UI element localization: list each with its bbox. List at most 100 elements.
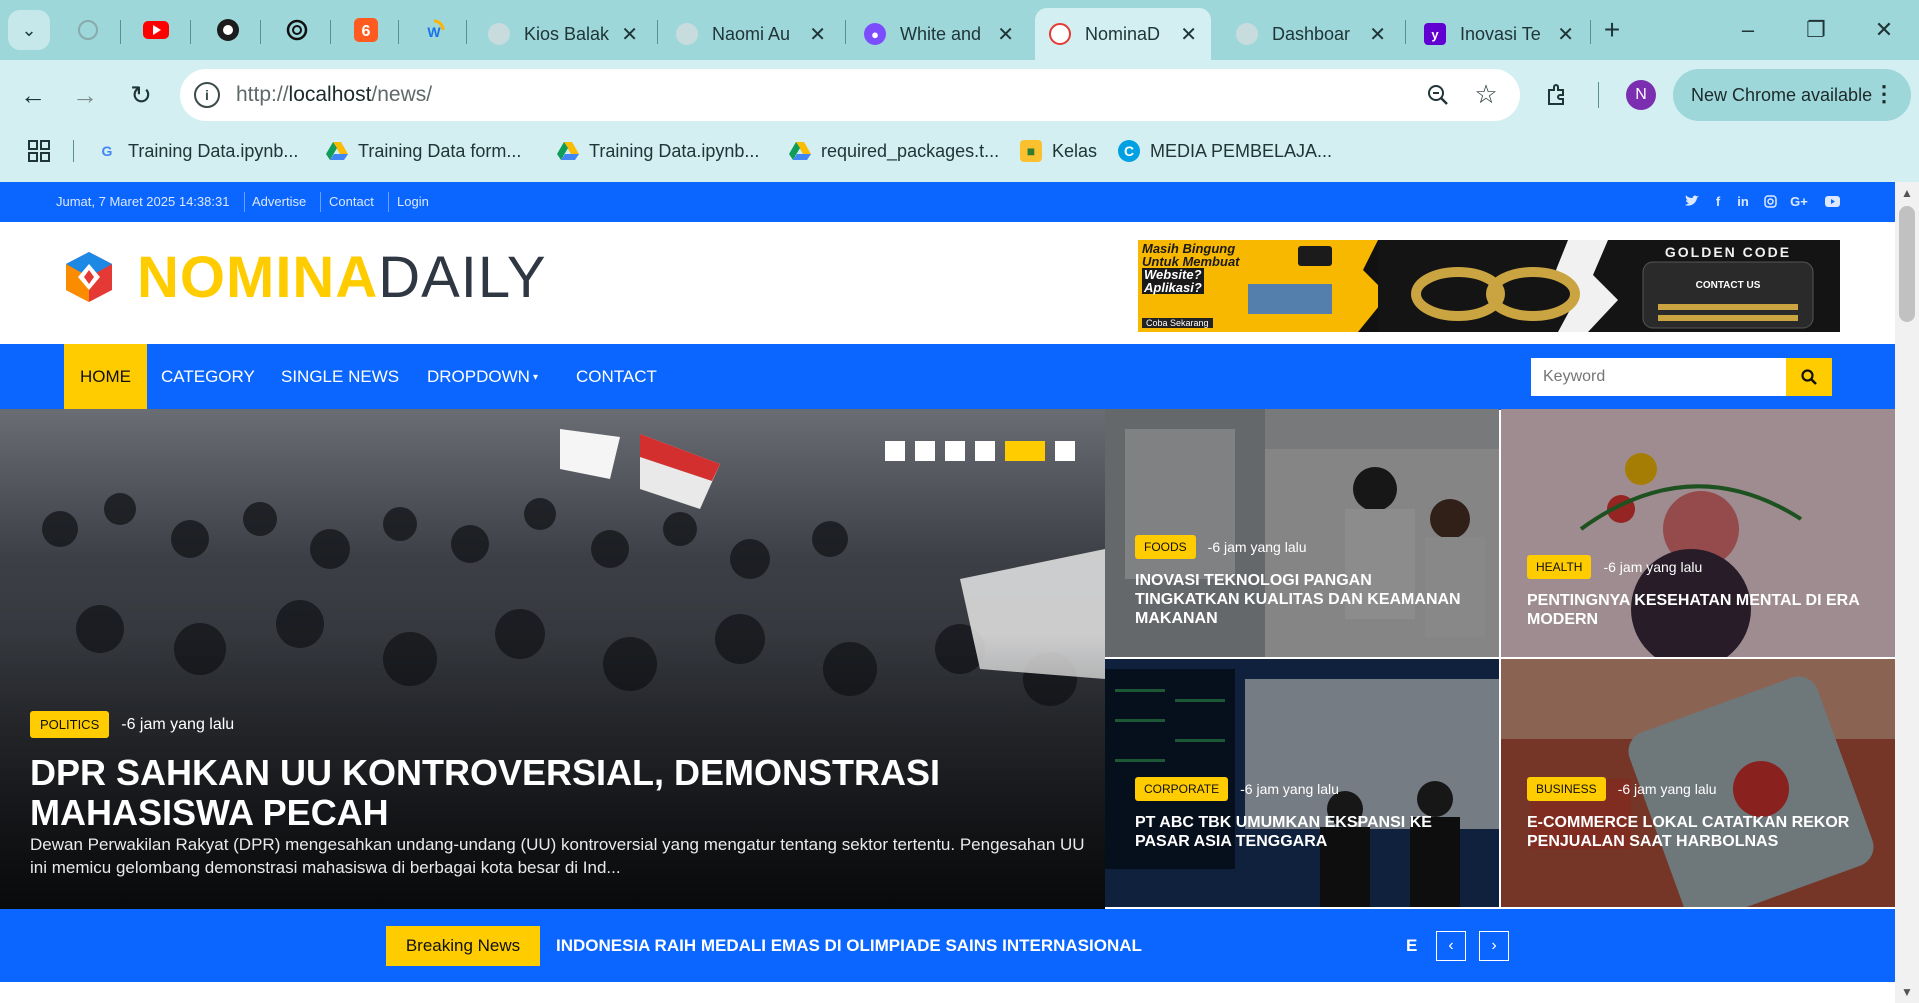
- ad-banner[interactable]: Masih Bingung Untuk Membuat Website? Apl…: [1138, 240, 1840, 332]
- address-bar[interactable]: i http://localhost/news/ ☆: [180, 69, 1520, 121]
- hero-meta: Politics -6 jam yang lalu: [30, 711, 234, 738]
- menu-icon[interactable]: ⋮: [1873, 81, 1895, 107]
- prev-arrow-icon[interactable]: ‹: [1436, 931, 1466, 961]
- category-badge[interactable]: Health: [1527, 555, 1592, 579]
- close-icon[interactable]: ✕: [621, 22, 638, 47]
- login-link[interactable]: Login: [397, 194, 429, 209]
- card-title[interactable]: PENTINGNYA KESEHATAN MENTAL DI ERA MODER…: [1527, 591, 1867, 629]
- url-text[interactable]: http://localhost/news/: [236, 83, 432, 107]
- zoom-icon[interactable]: [1423, 80, 1453, 110]
- hero-title[interactable]: DPR SAHKAN UU KONTROVERSIAL, DEMONSTRASI…: [30, 753, 1080, 833]
- scroll-down-icon[interactable]: ▼: [1901, 985, 1913, 999]
- slider-dot[interactable]: [1055, 441, 1075, 461]
- news-card[interactable]: Business -6 jam yang lalu E-COMMERCE LOK…: [1501, 659, 1895, 907]
- site-info-icon[interactable]: i: [194, 82, 220, 108]
- nav-contact[interactable]: Contact: [576, 344, 657, 410]
- apps-grid-icon[interactable]: [26, 138, 52, 164]
- category-badge[interactable]: Corporate: [1135, 777, 1229, 801]
- google-plus-icon[interactable]: G+: [1788, 193, 1810, 209]
- breaking-news-bar: Breaking News INDONESIA RAIH MEDALI EMAS…: [0, 909, 1895, 982]
- card-title[interactable]: PT ABC TBK UMUMKAN EKSPANSI KE PASAR ASI…: [1135, 813, 1475, 851]
- pinned-tab-six[interactable]: 6: [350, 14, 382, 46]
- pinned-tab-youtube[interactable]: [140, 14, 172, 46]
- nav-home[interactable]: Home: [64, 344, 147, 410]
- news-card[interactable]: Foods -6 jam yang lalu INOVASI TEKNOLOGI…: [1105, 409, 1499, 657]
- extensions-icon[interactable]: [1538, 75, 1576, 113]
- scroll-up-icon[interactable]: ▲: [1901, 186, 1913, 200]
- bookmark-star-icon[interactable]: ☆: [1470, 78, 1502, 110]
- tab-inovasi[interactable]: y Inovasi Te ✕: [1410, 8, 1588, 60]
- tab-dashboard[interactable]: Dashboar ✕: [1222, 8, 1400, 60]
- card-title[interactable]: E-COMMERCE LOKAL CATATKAN REKOR PENJUALA…: [1527, 813, 1867, 851]
- close-icon[interactable]: ✕: [809, 22, 826, 47]
- pinned-tab-github[interactable]: [212, 14, 244, 46]
- search-button[interactable]: [1786, 358, 1832, 396]
- bookmark-item[interactable]: C MEDIA PEMBELAJA...: [1118, 136, 1332, 166]
- slider-dot[interactable]: [975, 441, 995, 461]
- nav-single-news[interactable]: Single News: [281, 344, 399, 410]
- news-card[interactable]: Corporate -6 jam yang lalu PT ABC TBK UM…: [1105, 659, 1499, 907]
- tab-naomi[interactable]: Naomi Au ✕: [662, 8, 840, 60]
- bookmark-item[interactable]: G Training Data.ipynb...: [96, 136, 299, 166]
- pinned-tab-openai[interactable]: [281, 14, 313, 46]
- instagram-icon[interactable]: [1762, 193, 1778, 209]
- reload-icon[interactable]: ↻: [122, 76, 160, 114]
- twitter-icon[interactable]: [1684, 193, 1700, 209]
- tab-kios-balak[interactable]: Kios Balak ✕: [474, 8, 652, 60]
- slider-dot-active[interactable]: [1005, 441, 1045, 461]
- slider-dot[interactable]: [885, 441, 905, 461]
- search-input[interactable]: [1531, 358, 1786, 396]
- pinned-tab-w[interactable]: W: [418, 14, 450, 46]
- slider-dot[interactable]: [915, 441, 935, 461]
- close-icon[interactable]: ✕: [1369, 22, 1386, 47]
- category-badge[interactable]: Politics: [30, 711, 110, 738]
- globe-icon: [1236, 23, 1258, 45]
- tab-nominadaily[interactable]: NominaD ✕: [1035, 8, 1211, 60]
- bookmark-item[interactable]: Training Data.ipynb...: [557, 136, 759, 166]
- bookmark-item[interactable]: Training Data form...: [326, 136, 521, 166]
- scroll-thumb[interactable]: [1899, 206, 1915, 322]
- profile-avatar[interactable]: N: [1626, 80, 1656, 110]
- advertise-link[interactable]: Advertise: [252, 194, 306, 209]
- site-logo[interactable]: NOMINADAILY: [137, 244, 547, 311]
- contact-link[interactable]: Contact: [329, 194, 374, 209]
- tab-white-and[interactable]: ● White and ✕: [850, 8, 1028, 60]
- youtube-icon[interactable]: [1824, 193, 1840, 209]
- update-chrome-button[interactable]: New Chrome available ⋮: [1673, 69, 1911, 121]
- ad-headline: Masih Bingung Untuk Membuat Website? Apl…: [1142, 242, 1240, 294]
- page-scrollbar[interactable]: ▲ ▼: [1895, 182, 1919, 1003]
- close-icon[interactable]: ✕: [1180, 22, 1197, 47]
- hero-article[interactable]: Politics -6 jam yang lalu DPR SAHKAN UU …: [0, 409, 1105, 909]
- minimize-icon[interactable]: –: [1730, 12, 1766, 48]
- close-icon[interactable]: ✕: [997, 22, 1014, 47]
- tab-search-button[interactable]: ⌄: [8, 10, 50, 50]
- nav-category[interactable]: Category: [161, 344, 255, 410]
- forward-icon[interactable]: →: [66, 76, 104, 114]
- restore-icon[interactable]: ❐: [1798, 12, 1834, 48]
- category-badge[interactable]: Foods: [1135, 535, 1196, 559]
- news-card[interactable]: Health -6 jam yang lalu PENTINGNYA KESEH…: [1501, 409, 1895, 657]
- ad-brand: GOLDEN CODE: [1664, 244, 1792, 260]
- close-icon[interactable]: ✕: [1557, 22, 1574, 47]
- bookmark-item[interactable]: ■ Kelas: [1020, 136, 1097, 166]
- new-tab-button[interactable]: +: [1596, 14, 1628, 46]
- bookmark-label: required_packages.t...: [821, 140, 1000, 161]
- breaking-headline[interactable]: INDONESIA RAIH MEDALI EMAS DI OLIMPIADE …: [556, 936, 1142, 956]
- category-badge[interactable]: Business: [1527, 777, 1606, 801]
- topbar-divider: [244, 192, 245, 212]
- next-arrow-icon[interactable]: ›: [1479, 931, 1509, 961]
- close-window-icon[interactable]: ✕: [1866, 12, 1902, 48]
- breaking-next-headline[interactable]: E: [1406, 936, 1417, 956]
- linkedin-icon[interactable]: in: [1735, 193, 1751, 209]
- drive-icon: [789, 140, 811, 162]
- nav-dropdown[interactable]: Dropdown ▾: [427, 344, 538, 410]
- facebook-icon[interactable]: f: [1710, 193, 1726, 209]
- pinned-tab-1[interactable]: [72, 14, 104, 46]
- nominadaily-logo-icon[interactable]: [62, 250, 116, 304]
- card-title[interactable]: INOVASI TEKNOLOGI PANGAN TINGKATKAN KUAL…: [1135, 571, 1475, 628]
- slider-dot[interactable]: [945, 441, 965, 461]
- tab-separator: [260, 20, 261, 44]
- back-icon[interactable]: ←: [14, 76, 52, 114]
- bookmark-item[interactable]: required_packages.t...: [789, 136, 999, 166]
- card-meta: Health -6 jam yang lalu: [1527, 555, 1702, 579]
